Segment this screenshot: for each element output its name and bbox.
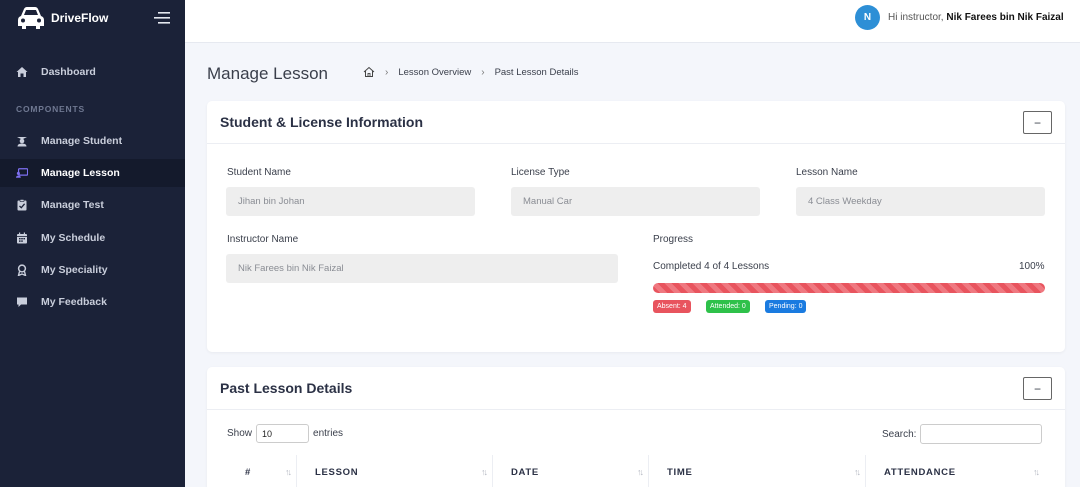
brand-name: DriveFlow (51, 11, 109, 25)
show-entries-control: Show 10 entries (227, 424, 343, 443)
sidebar-section-label: COMPONENTS (16, 104, 85, 114)
past-lesson-details-card: Past Lesson Details − Show 10 entries Se… (207, 367, 1065, 487)
sidebar: DriveFlow Dashboard COMPONENTS Manage St… (0, 0, 185, 487)
progress-percent: 100% (1019, 261, 1045, 272)
progress-label: Progress (653, 234, 694, 245)
sidebar-item-my-schedule[interactable]: My Schedule (0, 224, 185, 252)
instructor-name-label: Instructor Name (227, 234, 299, 245)
card-header: Student & License Information − (207, 101, 1065, 144)
user-greeting[interactable]: Hi instructor, Nik Farees bin Nik Faizal (888, 12, 1064, 23)
breadcrumb: › Lesson Overview › Past Lesson Details (363, 66, 579, 78)
absent-badge: Absent: 4 (653, 300, 691, 313)
column-label: ATTENDANCE (884, 466, 956, 478)
student-name-label: Student Name (227, 167, 291, 178)
clipboard-icon (16, 199, 28, 211)
sidebar-item-label: My Schedule (41, 232, 106, 244)
sidebar-item-label: My Speciality (41, 264, 108, 276)
license-type-field: Manual Car (511, 187, 760, 216)
column-header-lesson[interactable]: LESSON ↑↓ (297, 455, 493, 487)
sidebar-item-my-speciality[interactable]: My Speciality (0, 256, 185, 284)
entries-label: entries (313, 428, 344, 439)
collapse-button[interactable]: − (1023, 377, 1052, 400)
sort-icon: ↑↓ (481, 467, 488, 477)
sort-icon: ↑↓ (285, 467, 292, 477)
menu-toggle-icon[interactable] (154, 11, 170, 25)
breadcrumb-past-lesson-details: Past Lesson Details (494, 66, 579, 78)
entries-select[interactable]: 10 (256, 424, 310, 443)
lesson-name-label: Lesson Name (796, 167, 858, 178)
topbar: N Hi instructor, Nik Farees bin Nik Faiz… (185, 0, 1080, 43)
page-title: Manage Lesson (207, 64, 328, 83)
search-label: Search: (882, 428, 917, 440)
sort-icon: ↑↓ (1033, 467, 1040, 477)
sidebar-item-label: Dashboard (41, 66, 96, 78)
chevron-right-icon: › (385, 66, 389, 78)
license-type-label: License Type (511, 167, 570, 178)
sidebar-item-label: Manage Test (41, 199, 104, 211)
column-label: TIME (667, 466, 693, 478)
progress-text: Completed 4 of 4 Lessons (653, 261, 770, 272)
instructor-name-field: Nik Farees bin Nik Faizal (226, 254, 618, 283)
lesson-icon (16, 167, 28, 179)
home-icon (16, 66, 28, 78)
sort-icon: ↑↓ (637, 467, 644, 477)
brand[interactable]: DriveFlow (0, 0, 185, 36)
car-logo-icon (18, 7, 44, 29)
comment-icon (16, 296, 28, 308)
column-header-attendance[interactable]: ATTENDANCE ↑↓ (866, 455, 1044, 487)
sidebar-item-my-feedback[interactable]: My Feedback (0, 288, 185, 316)
sidebar-item-label: Manage Lesson (41, 167, 120, 179)
column-label: # (245, 466, 251, 478)
pending-badge: Pending: 0 (765, 300, 807, 313)
card-title: Past Lesson Details (220, 380, 353, 396)
sidebar-item-manage-test[interactable]: Manage Test (0, 191, 185, 219)
attended-badge: Attended: 0 (706, 300, 750, 313)
greeting-text: Hi instructor, (888, 12, 944, 23)
student-license-card: Student & License Information − Student … (207, 101, 1065, 352)
student-name-field: Jihan bin Johan (226, 187, 475, 216)
student-icon (16, 135, 28, 147)
column-label: DATE (511, 466, 539, 478)
search-input[interactable] (920, 424, 1043, 444)
card-header: Past Lesson Details − (207, 367, 1065, 410)
sidebar-item-manage-lesson[interactable]: Manage Lesson (0, 159, 185, 187)
sort-icon: ↑↓ (854, 467, 861, 477)
user-name: Nik Farees bin Nik Faizal (946, 12, 1064, 23)
progress-bar (653, 283, 1045, 293)
chevron-right-icon: › (481, 66, 485, 78)
column-header-time[interactable]: TIME ↑↓ (649, 455, 866, 487)
column-header-date[interactable]: DATE ↑↓ (493, 455, 649, 487)
award-icon (16, 264, 28, 276)
column-label: LESSON (315, 466, 359, 478)
table-search: Search: (882, 424, 1043, 444)
sidebar-item-label: My Feedback (41, 296, 107, 308)
calendar-icon (16, 232, 28, 244)
home-icon[interactable] (363, 66, 375, 78)
breadcrumb-lesson-overview[interactable]: Lesson Overview (398, 67, 471, 78)
collapse-button[interactable]: − (1023, 111, 1052, 134)
sidebar-item-manage-student[interactable]: Manage Student (0, 127, 185, 155)
lesson-name-field: 4 Class Weekday (796, 187, 1045, 216)
sidebar-item-label: Manage Student (41, 135, 123, 147)
show-label: Show (227, 428, 253, 439)
sidebar-item-dashboard[interactable]: Dashboard (0, 58, 185, 86)
card-title: Student & License Information (220, 114, 424, 130)
avatar[interactable]: N (855, 5, 880, 30)
column-header-number[interactable]: # ↑↓ (227, 455, 297, 487)
